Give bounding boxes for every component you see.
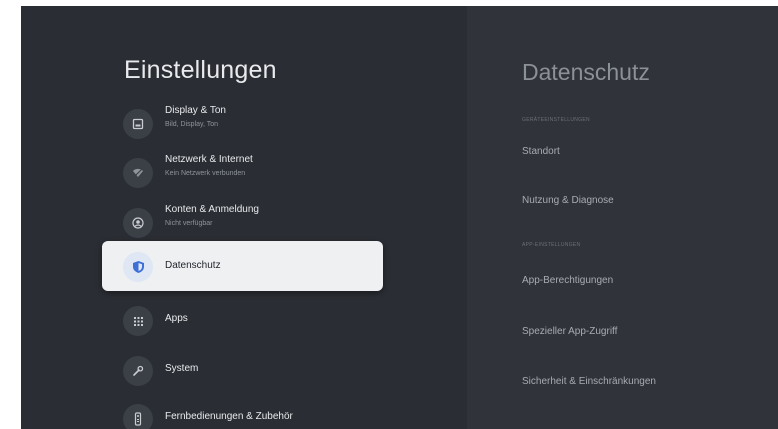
section-header-app-einstellungen: App-Einstellungen	[522, 242, 581, 248]
menu-item-konten-anmeldung[interactable]: Konten & Anmeldung Nicht verfügbar	[102, 198, 383, 246]
menu-item-apps[interactable]: Apps	[102, 296, 383, 344]
menu-item-label: System	[165, 363, 199, 374]
menu-item-subtitle: Kein Netzwerk verbunden	[165, 170, 246, 177]
menu-item-label: Konten & Anmeldung	[165, 204, 259, 215]
menu-item-display-ton[interactable]: Display & Ton Bild, Display, Ton	[102, 99, 383, 147]
menu-item-label: Netzwerk & Internet	[165, 154, 253, 165]
option-app-berechtigungen[interactable]: App-Berechtigungen	[522, 275, 613, 286]
display-icon	[123, 109, 153, 139]
menu-item-subtitle: Bild, Display, Ton	[165, 121, 219, 128]
shield-icon	[123, 252, 153, 282]
menu-item-netzwerk-internet[interactable]: Netzwerk & Internet Kein Netzwerk verbun…	[102, 148, 383, 196]
apps-grid-icon	[123, 306, 153, 336]
remote-icon	[123, 404, 153, 429]
option-sicherheit-einschraenkungen[interactable]: Sicherheit & Einschränkungen	[522, 376, 656, 387]
menu-item-label: Display & Ton	[165, 105, 226, 116]
detail-title: Datenschutz	[522, 59, 650, 85]
option-nutzung-diagnose[interactable]: Nutzung & Diagnose	[522, 195, 614, 206]
menu-item-system[interactable]: System	[102, 346, 383, 394]
section-header-geraeteeinstellungen: Geräteeinstellungen	[522, 117, 590, 123]
tv-screen: Einstellungen Display & Ton Bild, Displa…	[21, 6, 778, 429]
option-standort[interactable]: Standort	[522, 146, 560, 157]
menu-item-label: Apps	[165, 313, 188, 324]
menu-item-label: Datenschutz	[165, 260, 221, 271]
menu-item-fernbedienungen[interactable]: Fernbedienungen & Zubehör	[102, 394, 383, 429]
option-spezieller-app-zugriff[interactable]: Spezieller App-Zugriff	[522, 326, 617, 337]
menu-item-datenschutz[interactable]: Datenschutz	[102, 241, 383, 291]
account-icon	[123, 208, 153, 238]
page-title: Einstellungen	[124, 56, 277, 84]
wrench-icon	[123, 356, 153, 386]
menu-item-subtitle: Nicht verfügbar	[165, 220, 213, 227]
wifi-icon	[123, 158, 153, 188]
menu-item-label: Fernbedienungen & Zubehör	[165, 411, 293, 422]
